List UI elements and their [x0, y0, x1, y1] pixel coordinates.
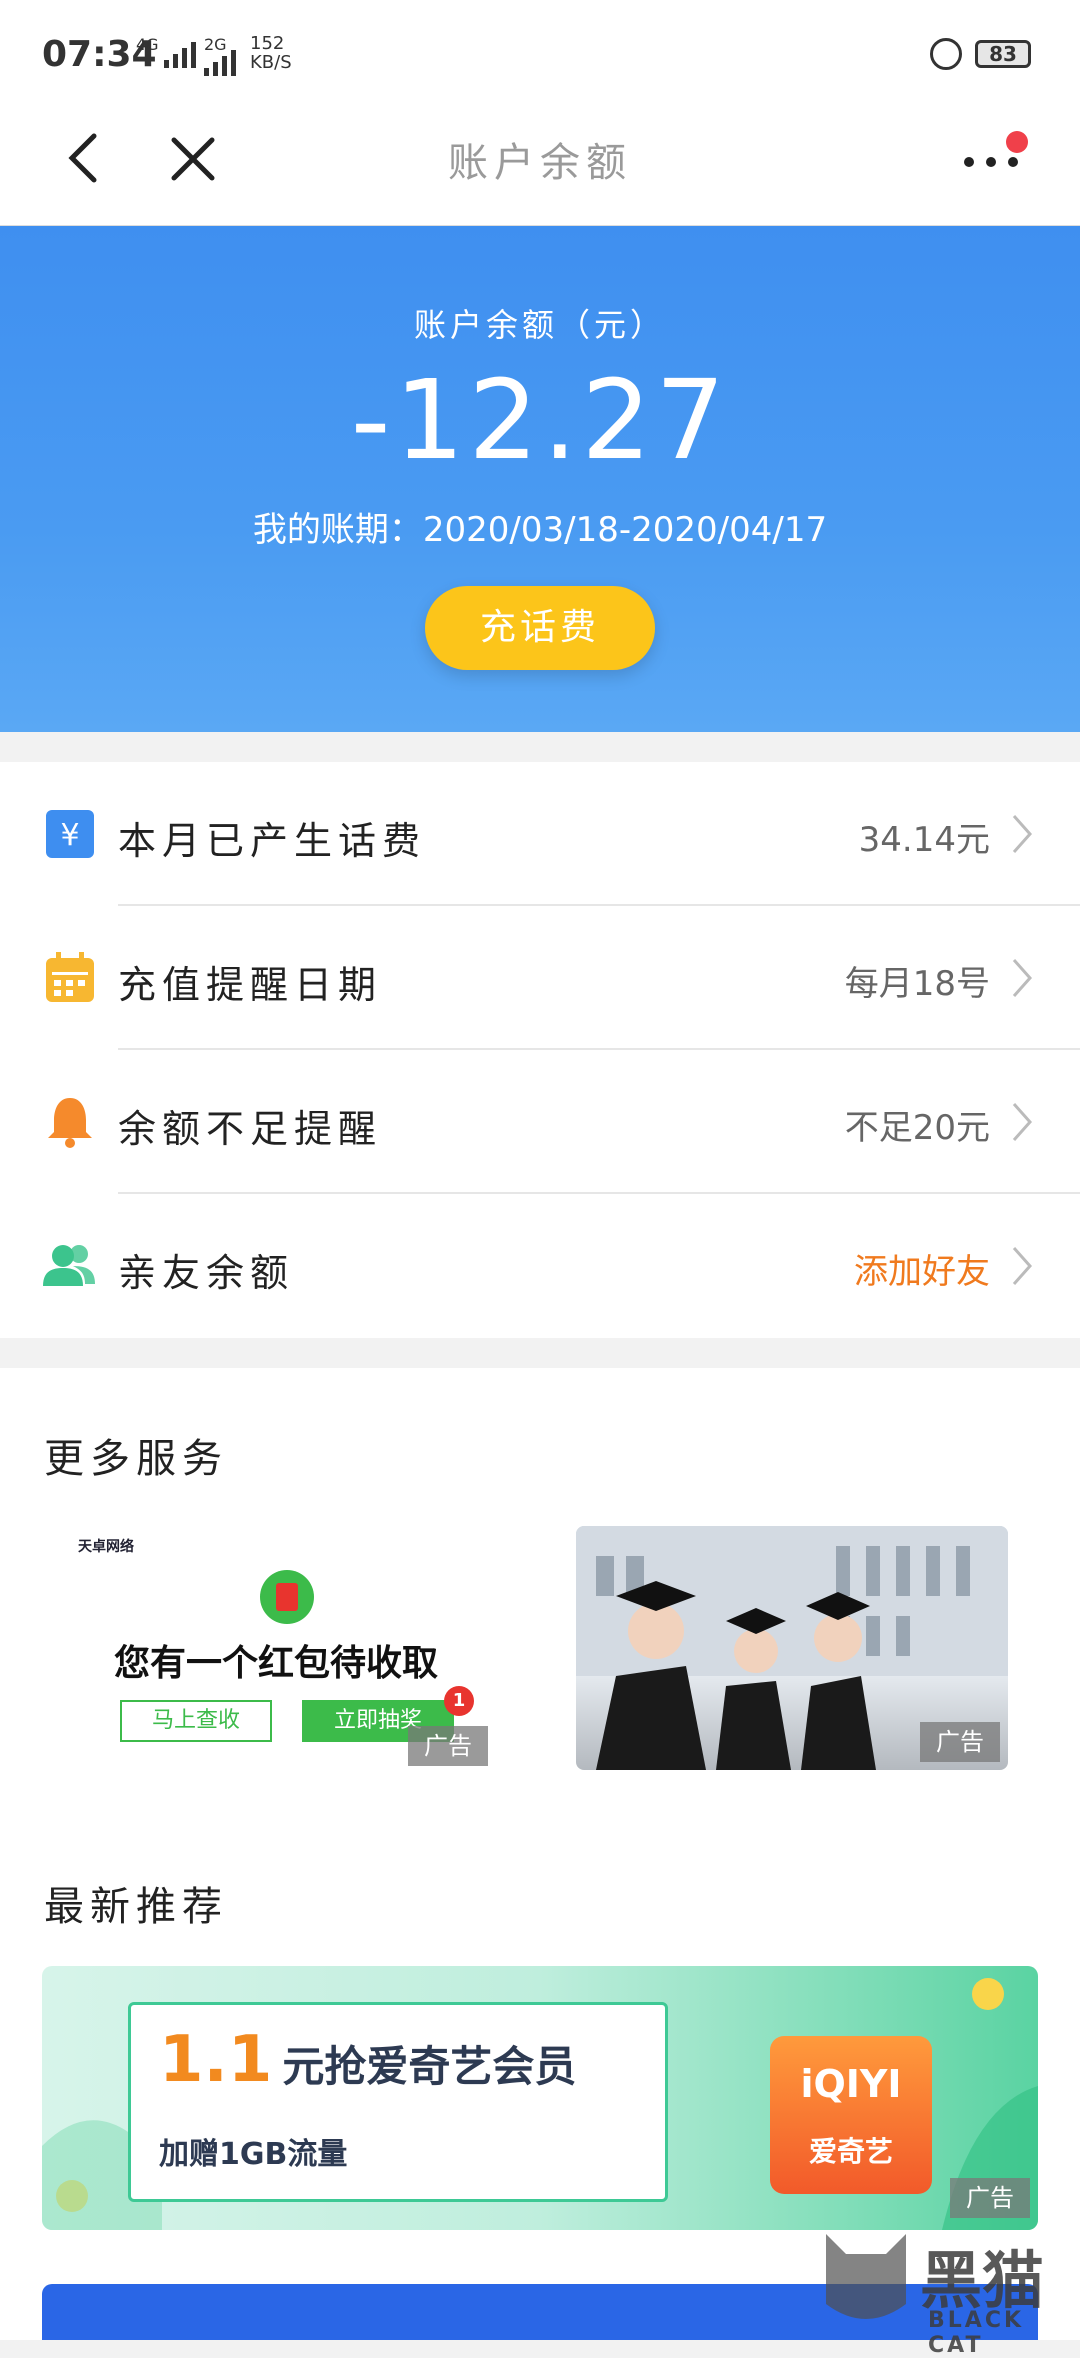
watermark-cn: 黑猫 [920, 2244, 1045, 2317]
signal-icon-2 [204, 48, 236, 76]
balance-header: 账户余额（元） -12.27 我的账期：2020/03/18-2020/04/1… [0, 226, 1080, 732]
ad-subline: 加赠1GB流量 [159, 2137, 348, 2172]
list-item-low-balance-alert[interactable]: 余额不足提醒 不足20元 [0, 1050, 1080, 1194]
chevron-right-icon [1012, 1247, 1033, 1285]
cat-logo-icon [826, 2234, 906, 2319]
recharge-button[interactable]: 充话费 [425, 586, 655, 670]
list-item-value: 每月18号 [844, 964, 990, 1004]
red-packet-ad[interactable]: 天卓网络 您有一个红包待收取 马上查收 立即抽奖 1 广告 [42, 1526, 492, 1768]
more-menu-icon[interactable] [955, 122, 1035, 182]
more-services-title: 更多服务 [44, 1436, 228, 1482]
svg-text:¥: ¥ [60, 818, 79, 853]
watermark-en: BLACK CAT [928, 2308, 1025, 2358]
iqiyi-logo-text: iQIYI [800, 2062, 902, 2106]
rotation-lock-icon [930, 38, 962, 70]
chevron-right-icon [1012, 815, 1033, 853]
nav-bar: 账户余额 [0, 110, 1080, 226]
list-item-label: 余额不足提醒 [118, 1107, 383, 1151]
net-speed-unit: KB/S [250, 52, 292, 73]
ad-card: 1.1 元抢爱奇艺会员 加赠1GB流量 [128, 2002, 668, 2202]
bell-icon [48, 1098, 92, 1148]
ad-tag: 广告 [408, 1726, 488, 1766]
list-item-family-balance[interactable]: 亲友余额 添加好友 [0, 1194, 1080, 1338]
check-now-button[interactable]: 马上查收 [120, 1700, 272, 1742]
black-cat-watermark: 黑猫 BLACK CAT [810, 2220, 1080, 2358]
ad-headline: 元抢爱奇艺会员 [282, 2042, 577, 2091]
network-type-1: 4G [136, 35, 159, 54]
red-packet-icon [260, 1570, 314, 1624]
list-item-value: 34.14元 [858, 820, 990, 860]
friends-icon [43, 1245, 95, 1286]
list-item-label: 亲友余额 [118, 1251, 295, 1295]
notification-badge: 1 [444, 1686, 474, 1716]
list-item-label: 充值提醒日期 [118, 963, 383, 1007]
graduation-ad[interactable]: 广告 [576, 1526, 1008, 1770]
list-item-recharge-reminder[interactable]: 充值提醒日期 每月18号 [0, 906, 1080, 1050]
balance-amount: -12.27 [350, 356, 730, 484]
balance-label: 账户余额（元） [413, 306, 666, 344]
chevron-right-icon [1012, 1103, 1033, 1141]
status-bar: 07:34 4G 2G 152 KB/S 83 [0, 0, 1080, 110]
ad-tag: 广告 [950, 2178, 1030, 2218]
ad-brand: 天卓网络 [78, 1539, 134, 1555]
list-item-label: 本月已产生话费 [118, 819, 427, 863]
iqiyi-ad-banner[interactable]: 1.1 元抢爱奇艺会员 加赠1GB流量 iQIYI 爱奇艺 广告 [42, 1966, 1038, 2230]
net-speed: 152 KB/S [250, 34, 292, 72]
ad-price: 1.1 元抢爱奇艺会员 [159, 2023, 577, 2097]
signal-icon [164, 40, 196, 68]
ad-headline: 您有一个红包待收取 [114, 1643, 439, 1684]
page-title: 账户余额 [448, 140, 632, 186]
balance-options-list: ¥ 本月已产生话费 34.14元 充值提醒日期 每月18号 余额不足提醒 不足2… [0, 762, 1080, 1338]
net-speed-value: 152 [250, 33, 285, 54]
billing-period: 我的账期：2020/03/18-2020/04/17 [252, 510, 828, 550]
chevron-right-icon [1012, 959, 1033, 997]
list-item-value: 不足20元 [844, 1108, 990, 1148]
iqiyi-logo: iQIYI 爱奇艺 [770, 2036, 932, 2194]
calendar-icon [46, 952, 94, 1002]
add-friend-link[interactable]: 添加好友 [854, 1244, 990, 1293]
yuan-icon: ¥ [46, 810, 94, 858]
iqiyi-logo-name: 爱奇艺 [808, 2135, 893, 2168]
recommend-title: 最新推荐 [44, 1884, 228, 1930]
list-item-monthly-charges[interactable]: ¥ 本月已产生话费 34.14元 [0, 762, 1080, 906]
battery-icon: 83 [975, 40, 1031, 68]
ad-tag: 广告 [920, 1722, 1000, 1762]
